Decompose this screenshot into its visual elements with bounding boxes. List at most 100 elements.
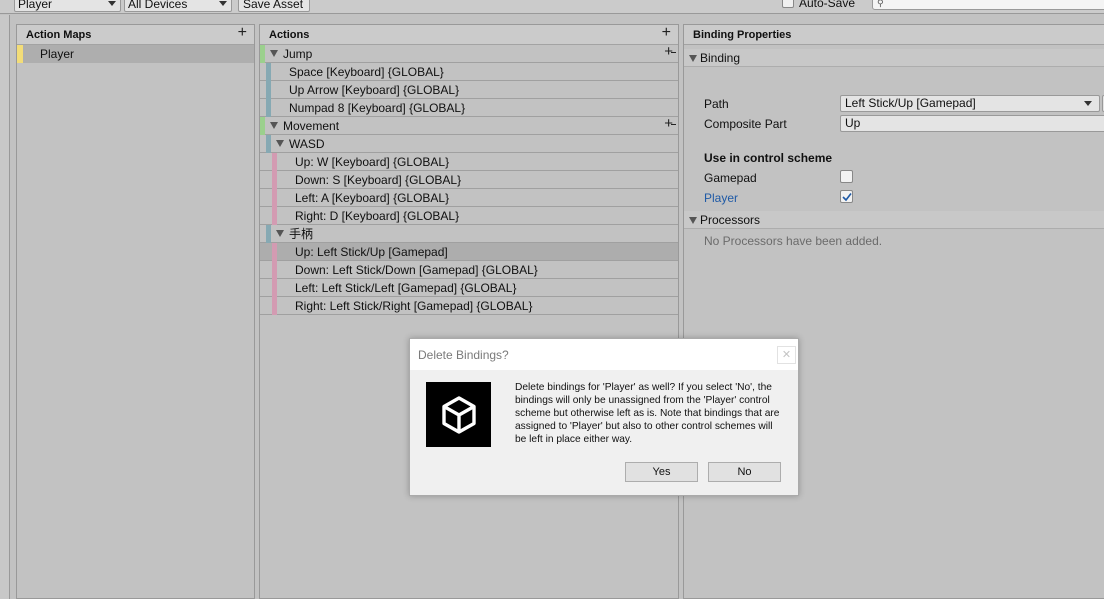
composite-part-row[interactable]: Left: A [Keyboard] {GLOBAL} — [260, 189, 678, 207]
binding-label: Up Arrow [Keyboard] {GLOBAL} — [289, 83, 460, 97]
scheme-gamepad-checkbox[interactable] — [840, 170, 853, 183]
action-map-marker — [17, 45, 23, 63]
unity-cube-icon — [442, 396, 476, 434]
composite-part-row[interactable]: Down: S [Keyboard] {GLOBAL} — [260, 171, 678, 189]
binding-marker — [266, 99, 271, 117]
add-binding-button[interactable]: + — [664, 115, 676, 133]
control-scheme-value: Player — [18, 0, 53, 11]
auto-save-label: Auto-Save — [799, 0, 856, 10]
search-icon: ⚲ — [877, 0, 884, 8]
binding-marker — [266, 63, 271, 81]
scheme-gamepad-label: Gamepad — [704, 171, 757, 185]
add-action-map-button[interactable]: + — [238, 23, 247, 43]
composite-part-row[interactable]: Left: Left Stick/Left [Gamepad] {GLOBAL} — [260, 279, 678, 297]
expand-triangle-icon — [689, 55, 697, 62]
composite-part-label: Right: D [Keyboard] {GLOBAL} — [295, 209, 460, 223]
use-in-control-scheme-heading: Use in control scheme — [704, 151, 833, 165]
binding-section-header[interactable]: Binding — [684, 49, 1104, 67]
expand-triangle-icon[interactable] — [270, 50, 278, 57]
composite-part-marker — [272, 207, 277, 225]
composite-part-marker — [272, 279, 277, 297]
binding-section-title: Binding — [700, 51, 741, 65]
close-icon[interactable]: ✕ — [777, 346, 796, 364]
checkmark-icon — [842, 193, 852, 202]
action-maps-title: Action Maps — [26, 29, 92, 41]
composite-part-label: Down: Left Stick/Down [Gamepad] {GLOBAL} — [295, 263, 538, 277]
composite-part-marker — [272, 261, 277, 279]
devices-dropdown[interactable]: All Devices — [124, 0, 232, 12]
action-marker — [260, 117, 265, 135]
actions-header: Actions + — [260, 23, 678, 45]
composite-part-marker — [272, 189, 277, 207]
composite-part-value: Up — [845, 116, 861, 130]
actions-title: Actions — [269, 29, 310, 41]
toolbar: Player All Devices Save Asset Auto-Save … — [0, 0, 1104, 14]
composite-part-row[interactable]: Right: D [Keyboard] {GLOBAL} — [260, 207, 678, 225]
binding-row[interactable]: Up Arrow [Keyboard] {GLOBAL} — [260, 81, 678, 99]
delete-bindings-dialog: Delete Bindings? ✕ Delete bindings for '… — [409, 338, 799, 496]
composite-label: 手柄 — [289, 227, 314, 241]
binding-row[interactable]: Numpad 8 [Keyboard] {GLOBAL} — [260, 99, 678, 117]
devices-value: All Devices — [128, 0, 188, 11]
action-maps-header: Action Maps + — [17, 23, 254, 45]
composite-label: WASD — [289, 137, 325, 151]
action-label: Jump — [283, 47, 313, 61]
composite-row-wasd[interactable]: WASD — [260, 135, 678, 153]
binding-properties-header: Binding Properties — [684, 25, 1104, 45]
expand-triangle-icon[interactable] — [276, 230, 284, 237]
composite-part-label: Right: Left Stick/Right [Gamepad] {GLOBA… — [295, 299, 533, 313]
expand-triangle-icon[interactable] — [270, 122, 278, 129]
expand-triangle-icon — [689, 217, 697, 224]
binding-properties-panel: Binding Properties Binding Path Left Sti… — [683, 24, 1104, 599]
composite-part-label: Up: Left Stick/Up [Gamepad] — [295, 245, 448, 259]
binding-marker — [266, 225, 271, 243]
binding-marker — [266, 135, 271, 153]
unity-logo-icon — [426, 382, 491, 447]
scheme-player-checkbox[interactable] — [840, 190, 853, 203]
search-input[interactable]: ⚲ — [872, 0, 1104, 10]
composite-part-label: Composite Part — [704, 117, 787, 131]
binding-label: Space [Keyboard] {GLOBAL} — [289, 65, 444, 79]
composite-part-label: Left: A [Keyboard] {GLOBAL} — [295, 191, 450, 205]
auto-save-checkbox[interactable] — [782, 0, 794, 8]
action-label: Movement — [283, 119, 340, 133]
binding-properties-title: Binding Properties — [693, 29, 792, 41]
action-maps-panel: Action Maps + Player — [16, 24, 255, 599]
action-map-item[interactable]: Player — [17, 45, 254, 63]
yes-button[interactable]: Yes — [625, 462, 698, 482]
processors-section-header[interactable]: Processors — [684, 211, 1104, 229]
add-binding-button[interactable]: + — [664, 43, 676, 61]
action-row-movement[interactable]: Movement + — [260, 115, 678, 135]
composite-part-label: Up: W [Keyboard] {GLOBAL} — [295, 155, 450, 169]
binding-row[interactable]: Space [Keyboard] {GLOBAL} — [260, 63, 678, 81]
binding-marker — [266, 81, 271, 99]
composite-part-row[interactable]: Up: W [Keyboard] {GLOBAL} — [260, 153, 678, 171]
dialog-title: Delete Bindings? — [418, 348, 509, 362]
save-asset-button[interactable]: Save Asset — [238, 0, 310, 12]
no-button[interactable]: No — [708, 462, 781, 482]
chevron-down-icon — [219, 1, 227, 6]
processors-section-title: Processors — [700, 213, 761, 227]
actions-panel: Actions + Jump + Space [Keyboard] {GLOBA… — [259, 24, 679, 599]
add-action-button[interactable]: + — [662, 23, 671, 43]
composite-part-label: Down: S [Keyboard] {GLOBAL} — [295, 173, 462, 187]
processors-empty-text: No Processors have been added. — [704, 234, 883, 248]
composite-part-marker — [272, 297, 277, 315]
composite-part-marker — [272, 243, 277, 261]
path-label: Path — [704, 97, 729, 111]
composite-part-row[interactable]: Down: Left Stick/Down [Gamepad] {GLOBAL} — [260, 261, 678, 279]
composite-part-row[interactable]: Right: Left Stick/Right [Gamepad] {GLOBA… — [260, 297, 678, 315]
chevron-down-icon — [1084, 101, 1092, 106]
expand-triangle-icon[interactable] — [276, 140, 284, 147]
path-dropdown[interactable]: Left Stick/Up [Gamepad] — [840, 95, 1100, 112]
dialog-titlebar[interactable]: Delete Bindings? ✕ — [410, 339, 798, 370]
action-row-jump[interactable]: Jump + — [260, 43, 678, 63]
action-map-label: Player — [40, 47, 75, 61]
control-scheme-dropdown[interactable]: Player — [14, 0, 121, 12]
chevron-down-icon — [108, 1, 116, 6]
composite-part-row-selected[interactable]: Up: Left Stick/Up [Gamepad] — [260, 243, 678, 261]
composite-row-gamepad[interactable]: 手柄 — [260, 225, 678, 243]
composite-part-marker — [272, 153, 277, 171]
composite-part-field[interactable]: Up — [840, 115, 1104, 132]
left-side-strip — [0, 15, 10, 599]
